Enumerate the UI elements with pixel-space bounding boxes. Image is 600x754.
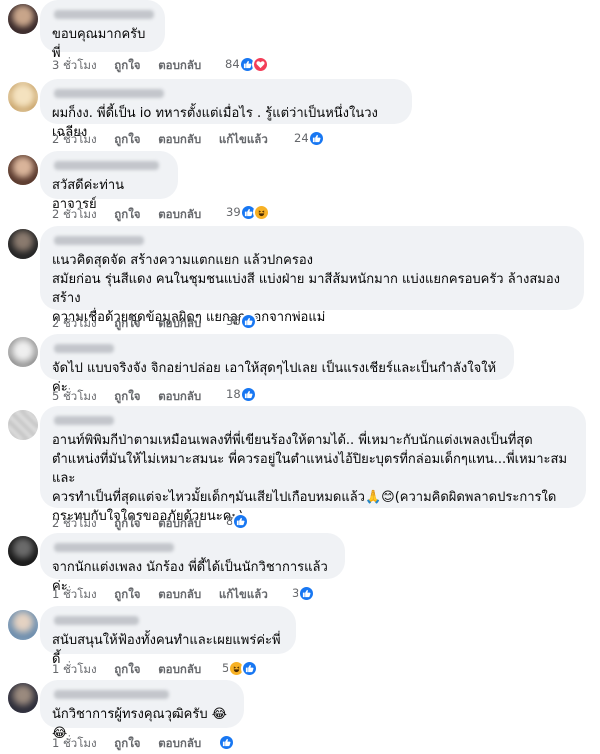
reply-button[interactable]: ตอบกลับ [158,206,201,224]
commenter-name[interactable] [54,616,139,625]
comment-bubble: อานท์พิพิมกีป่าตามเหมือนเพลงที่พี่เขียนร… [40,406,586,524]
like-button[interactable]: ถูกใจ [114,661,140,679]
like-icon [307,129,325,147]
avatar[interactable] [8,683,38,713]
like-button[interactable]: ถูกใจ [114,206,140,224]
comment-bubble: ขอบคุณมากครับ พี่ [40,0,165,61]
comment-bubble: จากนักแต่งเพลง นักร้อง พี่ดี้ได้เป็นนักว… [40,533,345,594]
reply-button[interactable]: ตอบกลับ [158,131,201,149]
like-icon [218,733,235,751]
like-button[interactable]: ถูกใจ [114,735,140,753]
reaction-count: 39 [226,205,241,219]
comment-actions: 2 ชั่วโมง ถูกใจ ตอบกลับ [52,315,215,333]
reaction-summary[interactable]: 8 [226,511,250,531]
reply-button[interactable]: ตอบกลับ [158,586,201,604]
comment-text: อานท์พิพิมกีป่าตามเหมือนเพลงที่พี่เขียนร… [52,433,568,524]
comment-time[interactable]: 2 ชั่วโมง [52,206,97,224]
commenter-name[interactable] [54,89,164,98]
reply-button[interactable]: ตอบกลับ [158,315,201,333]
comment-actions: 2 ชั่วโมง ถูกใจ ตอบกลับ แก้ไขแล้ว [52,131,282,149]
love-icon [251,55,269,73]
like-icon [239,385,257,403]
comment-bubble: นักวิชาการผู้ทรงคุณวุฒิครับ 😂😂 [40,680,244,741]
comment-time[interactable]: 1 ชั่วโมง [52,735,97,753]
comment-bubble: จัดไป แบบจริงจัง จิกอย่าปล่อย เอาให้สุดๆ… [40,334,514,395]
reaction-summary[interactable]: 36 [226,311,257,331]
like-button[interactable]: ถูกใจ [114,388,140,406]
comment-actions: 5 ชั่วโมง ถูกใจ ตอบกลับ [52,388,215,406]
comment-time[interactable]: 2 ชั่วโมง [52,515,97,533]
like-button[interactable]: ถูกใจ [114,57,140,75]
like-button[interactable]: ถูกใจ [114,315,140,333]
avatar[interactable] [8,155,38,185]
like-button[interactable]: ถูกใจ [114,586,140,604]
reply-button[interactable]: ตอบกลับ [158,661,201,679]
avatar[interactable] [8,229,38,259]
comment-actions: 3 ชั่วโมง ถูกใจ ตอบกลับ [52,57,215,75]
avatar[interactable] [8,337,38,367]
comment-actions: 1 ชั่วโมง ถูกใจ ตอบกลับ [52,735,215,753]
comment-bubble: แนวคิดสุดจัด สร้างความแตกแยก แล้วปกครอง … [40,226,584,325]
reaction-summary[interactable]: 3 [292,583,316,603]
commenter-name[interactable] [54,344,114,353]
comment-time[interactable]: 2 ชั่วโมง [52,131,97,149]
reaction-summary[interactable]: 24 [294,128,325,148]
reply-button[interactable]: ตอบกลับ [158,515,201,533]
edited-label[interactable]: แก้ไขแล้ว [219,586,268,604]
commenter-name[interactable] [54,690,169,699]
avatar[interactable] [8,82,38,112]
haha-icon [252,203,270,221]
reaction-count: 18 [226,387,241,401]
like-icon [239,312,257,330]
avatar[interactable] [8,4,38,34]
reaction-summary[interactable]: 84 [225,54,269,74]
like-button[interactable]: ถูกใจ [114,131,140,149]
reaction-summary[interactable]: 18 [226,384,257,404]
reaction-count: 36 [226,314,241,328]
comment-actions: 2 ชั่วโมง ถูกใจ ตอบกลับ [52,206,215,224]
comment-actions: 1 ชั่วโมง ถูกใจ ตอบกลับ แก้ไขแล้ว [52,586,282,604]
avatar[interactable] [8,536,38,566]
comment-bubble: สวัสดีค่ะท่านอาจารย์ [40,151,178,212]
reaction-summary[interactable]: 5 [222,658,259,678]
comment-time[interactable]: 1 ชั่วโมง [52,586,97,604]
like-icon [298,584,316,602]
avatar[interactable] [8,410,38,440]
reaction-count: 84 [225,57,240,71]
like-icon [241,659,259,677]
comment-time[interactable]: 1 ชั่วโมง [52,661,97,679]
commenter-name[interactable] [54,236,144,245]
comment-time[interactable]: 5 ชั่วโมง [52,388,97,406]
reply-button[interactable]: ตอบกลับ [158,735,201,753]
commenter-name[interactable] [54,10,154,19]
comment-time[interactable]: 3 ชั่วโมง [52,57,97,75]
commenter-name[interactable] [54,416,114,425]
reaction-count: 24 [294,131,309,145]
like-icon [232,512,250,530]
comment-actions: 1 ชั่วโมง ถูกใจ ตอบกลับ [52,661,215,679]
comment-bubble: ผมก็งง. พี่ดี้เป็น io ทหารตั้งแต่เมื่อไร… [40,79,412,140]
commenter-name[interactable] [54,161,159,170]
comment-actions: 2 ชั่วโมง ถูกใจ ตอบกลับ [52,515,215,533]
reply-button[interactable]: ตอบกลับ [158,57,201,75]
comment-time[interactable]: 2 ชั่วโมง [52,315,97,333]
reply-button[interactable]: ตอบกลับ [158,388,201,406]
reaction-summary[interactable] [218,732,235,752]
reaction-summary[interactable]: 39 [226,202,270,222]
commenter-name[interactable] [54,543,174,552]
edited-label[interactable]: แก้ไขแล้ว [219,131,268,149]
like-button[interactable]: ถูกใจ [114,515,140,533]
comment-bubble: สนับสนุนให้ฟ้องทั้งคนทำและเผยแพร่ค่ะพี่ด… [40,606,296,667]
avatar[interactable] [8,610,38,640]
